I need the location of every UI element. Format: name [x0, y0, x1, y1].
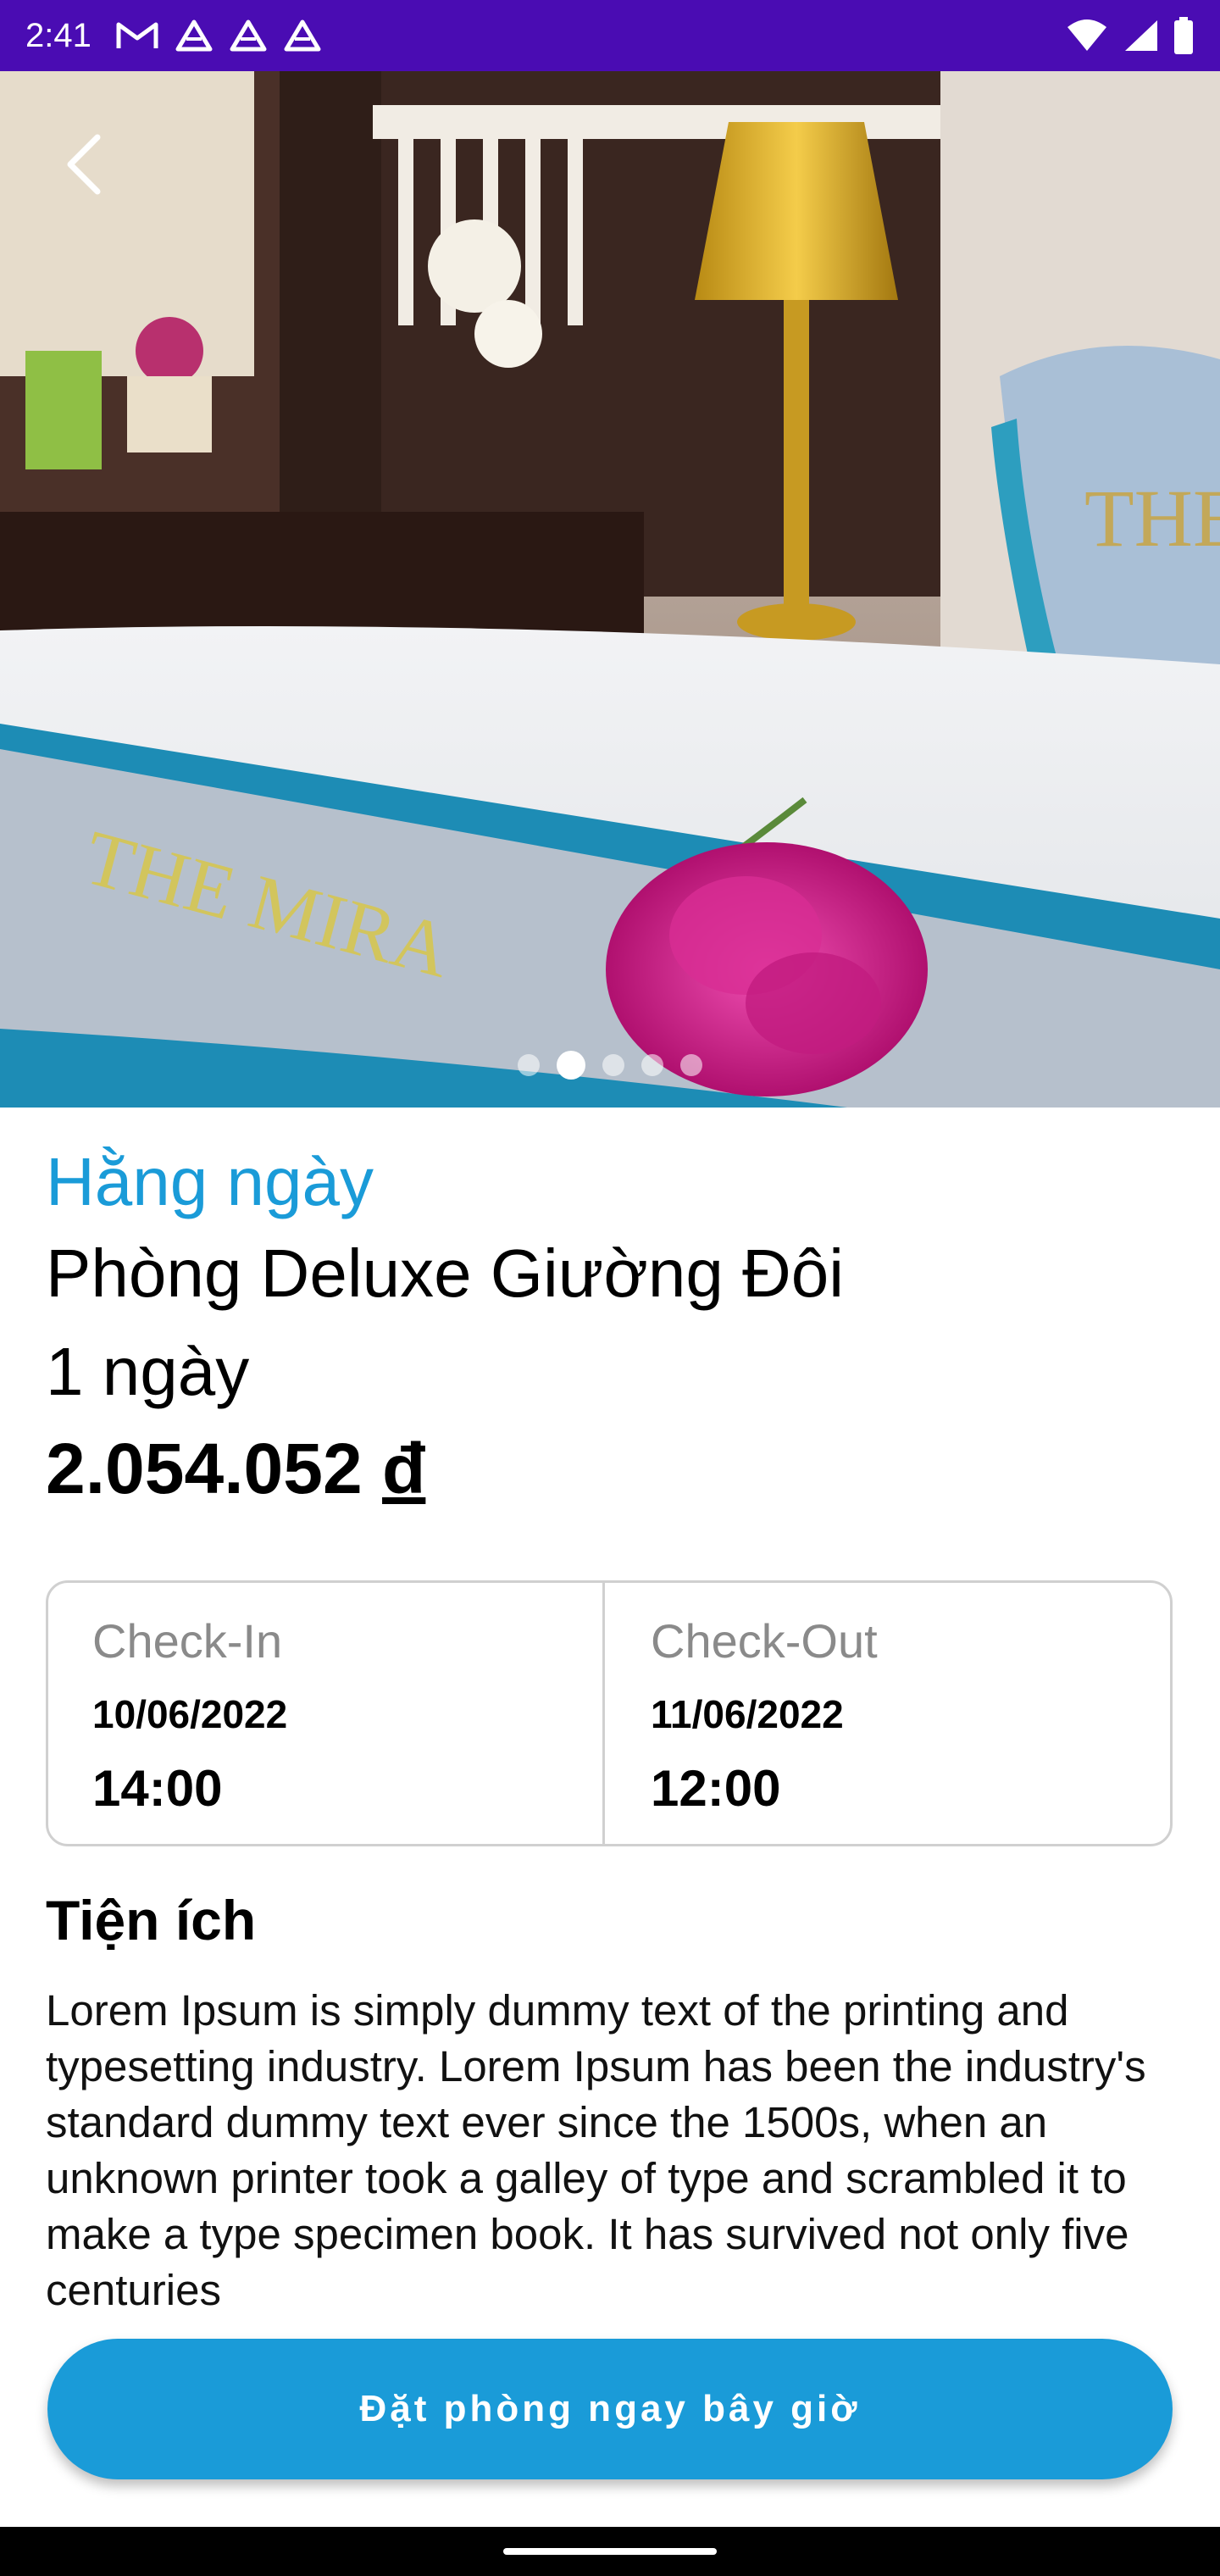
- price-value: 2.054.052: [46, 1429, 363, 1508]
- chevron-left-icon: [67, 134, 101, 195]
- navigation-bar: [0, 2527, 1220, 2576]
- room-photo-carousel[interactable]: THE M THE MIRA: [0, 71, 1220, 1108]
- checkin-label: Check-In: [92, 1614, 283, 1668]
- signal-icon: [1125, 20, 1157, 51]
- battery-icon: [1174, 17, 1193, 54]
- amenities-title: Tiện ích: [46, 1889, 257, 1951]
- checkin-section[interactable]: Check-In 10/06/2022 14:00: [48, 1583, 602, 1844]
- checkin-time: 14:00: [92, 1759, 223, 1817]
- drive-icon: [230, 19, 267, 52]
- status-bar: 2:41: [0, 0, 1220, 71]
- checkout-date: 11/06/2022: [651, 1691, 844, 1736]
- checkin-date: 10/06/2022: [92, 1691, 288, 1736]
- notification-icons: [115, 19, 322, 53]
- room-photo: THE M THE MIRA: [0, 71, 1220, 1108]
- stay-duration: 1 ngày: [46, 1334, 250, 1409]
- wifi-icon: [1068, 19, 1106, 51]
- checkout-time: 12:00: [651, 1759, 781, 1817]
- carousel-dot[interactable]: [641, 1054, 663, 1076]
- checkout-section[interactable]: Check-Out 11/06/2022 12:00: [602, 1583, 1170, 1844]
- carousel-dot[interactable]: [602, 1054, 624, 1076]
- drive-icon: [175, 19, 213, 52]
- system-icons: [1066, 17, 1195, 54]
- checkin-checkout-card[interactable]: Check-In 10/06/2022 14:00 Check-Out 11/0…: [46, 1580, 1173, 1846]
- book-now-button[interactable]: Đặt phòng ngay bây giờ: [47, 2339, 1173, 2479]
- drive-icon: [284, 19, 321, 52]
- room-price: 2.054.052 đ: [46, 1421, 1174, 1517]
- home-indicator[interactable]: [503, 2548, 717, 2555]
- carousel-dot[interactable]: [680, 1054, 702, 1076]
- room-category: Hằng ngày: [46, 1144, 374, 1219]
- status-time: 2:41: [25, 16, 92, 54]
- back-button[interactable]: [49, 122, 117, 207]
- room-name: Phòng Deluxe Giường Đôi: [46, 1235, 845, 1311]
- price-currency: đ: [382, 1429, 426, 1508]
- checkout-label: Check-Out: [651, 1614, 878, 1668]
- carousel-indicator[interactable]: [0, 1051, 1220, 1080]
- amenities-description: Lorem Ipsum is simply dummy text of the …: [46, 1986, 1146, 2314]
- svg-text:THE M: THE M: [1084, 473, 1220, 564]
- gmail-icon: [116, 22, 158, 48]
- carousel-dot-active[interactable]: [557, 1051, 585, 1080]
- carousel-dot[interactable]: [518, 1054, 540, 1076]
- room-info: Hằng ngày Phòng Deluxe Giường Đôi 1 ngày…: [46, 1108, 1174, 1517]
